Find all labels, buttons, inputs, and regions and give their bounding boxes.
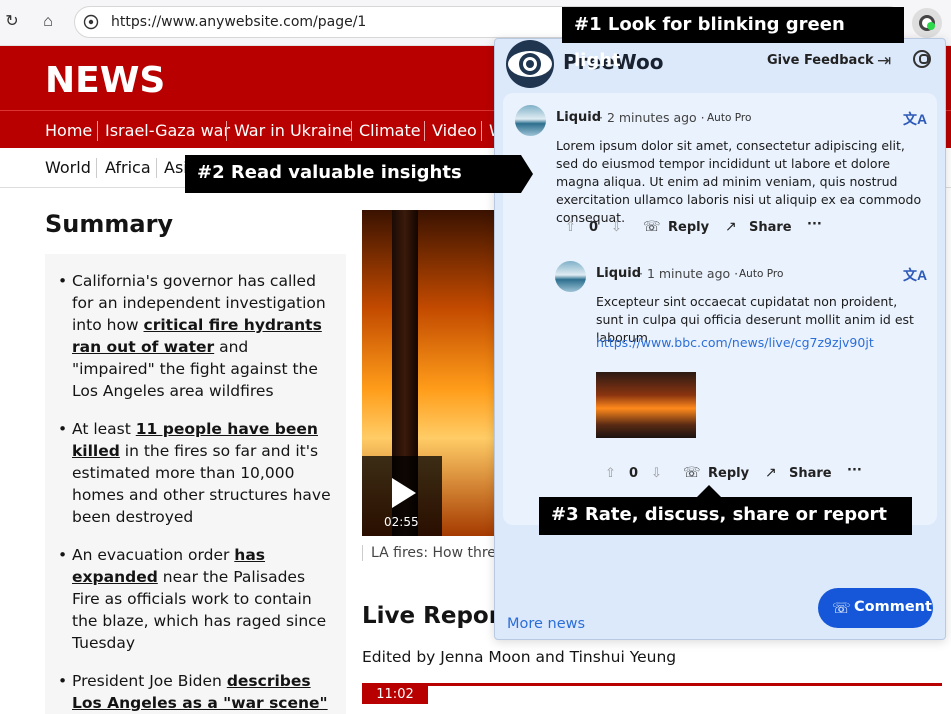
- summary-bullet: At least 11 people have been killed in t…: [58, 418, 332, 528]
- nav-divider: [97, 121, 98, 141]
- play-button[interactable]: 02:55: [362, 456, 442, 536]
- give-feedback-link[interactable]: Give Feedback: [767, 53, 874, 68]
- downvote-icon[interactable]: ⇩: [611, 219, 622, 235]
- downvote-icon[interactable]: ⇩: [651, 465, 662, 481]
- bullet-text: President Joe Biden: [72, 672, 227, 690]
- share-icon[interactable]: ↗: [725, 218, 737, 235]
- nav-item-video[interactable]: Video: [432, 121, 477, 140]
- reply-icon[interactable]: ☏: [643, 218, 661, 235]
- reply-button[interactable]: Reply: [708, 466, 749, 481]
- translate-icon[interactable]: 文A: [903, 109, 927, 129]
- comment-username[interactable]: Liquid: [596, 266, 641, 281]
- logout-icon[interactable]: ⇥: [877, 51, 891, 71]
- callout-3-pointer: [697, 485, 721, 497]
- subnav-divider: [156, 158, 157, 178]
- summary-bullet: California's governor has called for an …: [58, 270, 332, 402]
- share-icon[interactable]: ↗: [765, 464, 777, 481]
- summary-bullet: President Joe Biden describes Los Angele…: [58, 670, 332, 714]
- user-badge: Auto Pro: [707, 112, 752, 124]
- live-report-heading: Live Report: [362, 603, 512, 629]
- preewoo-panel: PreeWoo Give Feedback ⇥ Liquid · 2 minut…: [494, 38, 946, 640]
- comment-time: · 2 minutes ago ·: [599, 110, 705, 125]
- preewoo-extension-button[interactable]: [912, 8, 942, 38]
- summary-bullet: An evacuation order has expanded near th…: [58, 544, 332, 654]
- callout-3: #3 Rate, discuss, share or report: [539, 497, 912, 535]
- preewoo-eye-logo: [506, 40, 554, 88]
- avatar[interactable]: [555, 261, 586, 292]
- avatar[interactable]: [515, 105, 546, 136]
- comment-image-firefighters[interactable]: [596, 372, 696, 438]
- subnav-divider: [96, 158, 97, 178]
- editor-credit: Edited by Jenna Moon and Tinshui Yeung: [362, 648, 677, 666]
- video-duration: 02:55: [384, 515, 419, 529]
- live-timestamp: 11:02: [362, 686, 428, 704]
- more-options-icon[interactable]: ···: [807, 217, 822, 232]
- news-logo[interactable]: NEWS: [45, 60, 165, 101]
- user-icon[interactable]: [913, 50, 931, 68]
- more-news-link[interactable]: More news: [507, 616, 585, 632]
- summary-heading: Summary: [45, 210, 174, 238]
- reply-icon[interactable]: ☏: [683, 464, 701, 481]
- globe-icon: [83, 14, 99, 30]
- comment-button[interactable]: ☏ Comment: [818, 588, 933, 628]
- translate-icon[interactable]: 文A: [903, 265, 927, 285]
- reload-icon[interactable]: ↻: [0, 10, 24, 34]
- subnav-item-africa[interactable]: Africa: [105, 158, 151, 177]
- green-indicator-light: [927, 22, 935, 30]
- share-button[interactable]: Share: [789, 466, 832, 481]
- callout-1: #1 Look for blinking green light: [562, 7, 904, 71]
- url-text: https://www.anywebsite.com/page/1: [111, 14, 367, 30]
- nav-item-home[interactable]: Home: [45, 121, 92, 140]
- comment-icon: ☏: [832, 600, 851, 617]
- summary-box: California's governor has called for an …: [45, 254, 346, 714]
- comment-text: Lorem ipsum dolor sit amet, consectetur …: [556, 138, 922, 225]
- user-badge: Auto Pro: [739, 268, 784, 280]
- comment-time: · 1 minute ago ·: [639, 266, 739, 281]
- video-caption: LA fires: How three: [362, 545, 502, 561]
- comment-username[interactable]: Liquid: [556, 110, 601, 125]
- nav-item-climate[interactable]: Climate: [359, 121, 421, 140]
- bullet-text: At least: [72, 420, 136, 438]
- nav-item-israel-gaza[interactable]: Israel-Gaza war: [105, 121, 230, 140]
- bullet-text: An evacuation order: [72, 546, 235, 564]
- reply-button[interactable]: Reply: [668, 220, 709, 235]
- upvote-icon[interactable]: ⇧: [565, 219, 576, 235]
- home-icon[interactable]: ⌂: [36, 10, 60, 34]
- nav-item-ukraine[interactable]: War in Ukraine: [234, 121, 352, 140]
- live-entry: 11:02: [362, 683, 942, 704]
- nav-divider: [226, 121, 227, 141]
- nav-divider: [351, 121, 352, 141]
- share-button[interactable]: Share: [749, 220, 792, 235]
- nav-divider: [424, 121, 425, 141]
- comment-button-label: Comment: [854, 599, 932, 615]
- vote-count: 0: [589, 220, 599, 235]
- more-options-icon[interactable]: ···: [847, 463, 862, 478]
- subnav-item-world[interactable]: World: [45, 158, 91, 177]
- comment-link[interactable]: https://www.bbc.com/news/live/cg7z9zjv90…: [596, 335, 874, 350]
- play-icon: [392, 478, 416, 508]
- callout-2-pointer: [521, 155, 533, 193]
- upvote-icon[interactable]: ⇧: [605, 465, 616, 481]
- vote-count: 0: [629, 466, 639, 481]
- callout-2: #2 Read valuable insights: [185, 155, 521, 193]
- video-thumbnail[interactable]: 02:55: [362, 210, 502, 536]
- nav-divider: [481, 121, 482, 141]
- comment-thread: Liquid · 2 minutes ago · Auto Pro 文A Lor…: [503, 93, 937, 525]
